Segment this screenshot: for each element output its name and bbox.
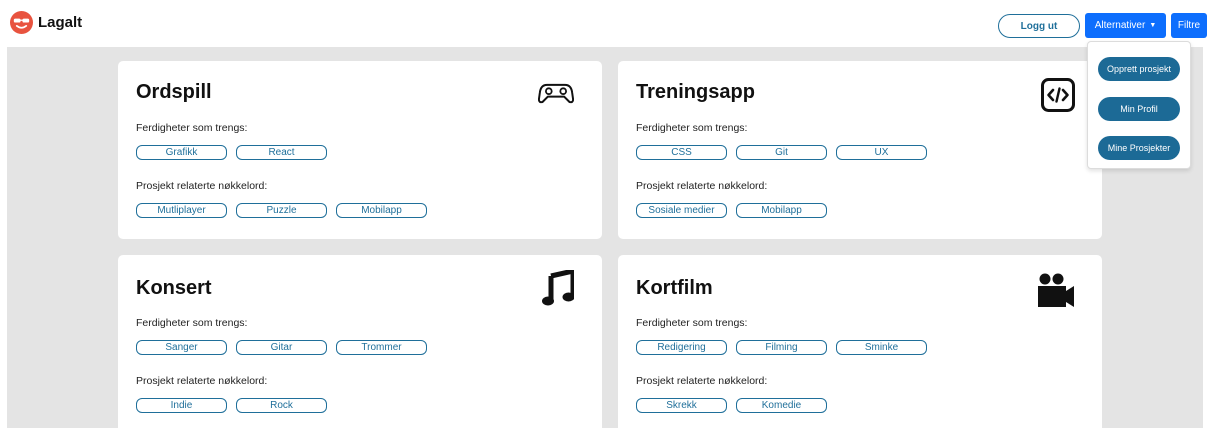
skill-tag[interactable]: CSS [636, 145, 727, 160]
skills-tags: CSS Git UX [636, 145, 927, 160]
keyword-tag[interactable]: Sosiale medier [636, 203, 727, 218]
skills-label: Ferdigheter som trengs: [636, 122, 748, 134]
skills-label: Ferdigheter som trengs: [636, 317, 748, 329]
skill-tag[interactable]: React [236, 145, 327, 160]
my-profile-button[interactable]: Min Profil [1098, 97, 1180, 121]
project-title: Konsert [136, 277, 212, 299]
logout-button[interactable]: Logg ut [998, 14, 1080, 38]
skills-label: Ferdigheter som trengs: [136, 122, 248, 134]
keywords-label: Prosjekt relaterte nøkkelord: [136, 180, 268, 192]
skills-tags: Sanger Gitar Trommer [136, 340, 427, 355]
keyword-tag[interactable]: Skrekk [636, 398, 727, 413]
keyword-tag[interactable]: Mutliplayer [136, 203, 227, 218]
alternatives-dropdown-button[interactable]: Alternativer ▼ [1085, 13, 1166, 38]
create-project-button[interactable]: Opprett prosjekt [1098, 57, 1180, 81]
project-title: Treningsapp [636, 81, 755, 103]
project-title: Kortfilm [636, 277, 713, 299]
keywords-label: Prosjekt relaterte nøkkelord: [636, 180, 768, 192]
brand[interactable]: Lagalt [10, 11, 82, 34]
skill-tag[interactable]: Trommer [336, 340, 427, 355]
skill-tag[interactable]: Grafikk [136, 145, 227, 160]
keyword-tag[interactable]: Indie [136, 398, 227, 413]
keyword-tag[interactable]: Puzzle [236, 203, 327, 218]
keyword-tags: Indie Rock [136, 398, 327, 413]
skill-tag[interactable]: Redigering [636, 340, 727, 355]
project-title: Ordspill [136, 81, 212, 103]
skill-tag[interactable]: Sminke [836, 340, 927, 355]
gamepad-icon [538, 83, 574, 104]
skills-tags: Redigering Filming Sminke [636, 340, 927, 355]
navbar: Lagalt Logg ut Alternativer ▼ Filtre [0, 0, 1210, 47]
caret-down-icon: ▼ [1149, 22, 1157, 29]
logo-icon [10, 11, 33, 34]
alternatives-label: Alternativer [1094, 20, 1146, 31]
skill-tag[interactable]: Filming [736, 340, 827, 355]
project-card[interactable]: Ordspill Ferdigheter som trengs: Grafikk… [118, 61, 602, 239]
skills-tags: Grafikk React [136, 145, 327, 160]
skill-tag[interactable]: Sanger [136, 340, 227, 355]
skill-tag[interactable]: Git [736, 145, 827, 160]
skill-tag[interactable]: Gitar [236, 340, 327, 355]
keywords-label: Prosjekt relaterte nøkkelord: [636, 375, 768, 387]
keyword-tag[interactable]: Mobilapp [736, 203, 827, 218]
brand-name: Lagalt [38, 14, 83, 31]
keyword-tag[interactable]: Komedie [736, 398, 827, 413]
keyword-tag[interactable]: Mobilapp [336, 203, 427, 218]
project-list: Ordspill Ferdigheter som trengs: Grafikk… [7, 47, 1203, 440]
keyword-tag[interactable]: Rock [236, 398, 327, 413]
filter-button[interactable]: Filtre [1171, 13, 1207, 38]
keyword-tags: Skrekk Komedie [636, 398, 827, 413]
keyword-tags: Mutliplayer Puzzle Mobilapp [136, 203, 427, 218]
skills-label: Ferdigheter som trengs: [136, 317, 248, 329]
music-note-icon [542, 270, 574, 306]
project-card[interactable]: Kortfilm Ferdigheter som trengs: Rediger… [618, 255, 1102, 440]
alternatives-dropdown-menu: Opprett prosjekt Min Profil Mine Prosjek… [1087, 41, 1191, 169]
project-card[interactable]: Treningsapp Ferdigheter som trengs: CSS … [618, 61, 1102, 239]
keyword-tags: Sosiale medier Mobilapp [636, 203, 827, 218]
code-icon [1041, 78, 1075, 112]
project-card[interactable]: Konsert Ferdigheter som trengs: Sanger G… [118, 255, 602, 440]
video-camera-icon [1038, 273, 1074, 307]
keywords-label: Prosjekt relaterte nøkkelord: [136, 375, 268, 387]
my-projects-button[interactable]: Mine Prosjekter [1098, 136, 1180, 160]
skill-tag[interactable]: UX [836, 145, 927, 160]
